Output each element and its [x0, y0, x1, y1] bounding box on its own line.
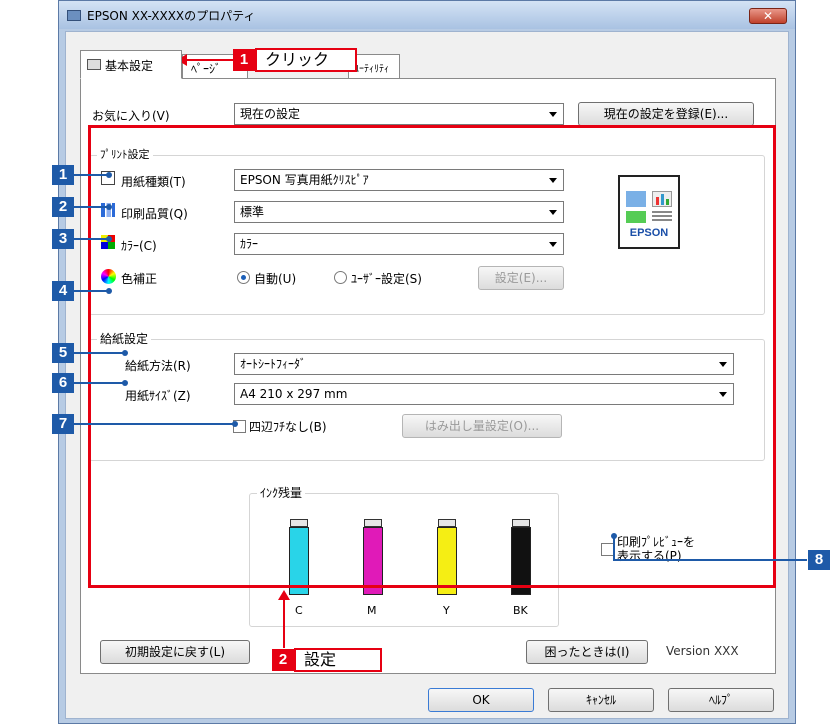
marker-1-dot — [106, 172, 112, 178]
callout-2-arrow-head — [278, 590, 290, 600]
tab-label: ﾕｰﾃｨﾘﾃｨ — [354, 64, 389, 75]
title-bar[interactable]: EPSON XX-XXXXのプロパティ ✕ — [59, 1, 795, 29]
marker-3: 3 — [52, 229, 74, 249]
marker-1: 1 — [52, 165, 74, 185]
marker-6: 6 — [52, 373, 74, 393]
printer-tab-icon — [87, 59, 101, 70]
marker-4: 4 — [52, 281, 74, 301]
ink-label-m: M — [367, 604, 377, 617]
marker-4-line — [74, 290, 108, 292]
callout-1-arrow-line — [183, 59, 233, 61]
ok-button[interactable]: OK — [428, 688, 534, 712]
marker-3-dot — [106, 236, 112, 242]
printer-icon — [67, 10, 81, 21]
reset-defaults-button[interactable]: 初期設定に戻す(L) — [100, 640, 250, 664]
tab-label: 基本設定 — [105, 59, 154, 73]
ink-label-y: Y — [443, 604, 450, 617]
help-button[interactable]: ﾍﾙﾌﾟ — [668, 688, 774, 712]
callout-2-arrow-line — [283, 598, 285, 648]
marker-8-line — [613, 559, 807, 561]
callout-2-text: 設定 — [294, 648, 382, 672]
marker-6-dot — [122, 380, 128, 386]
callout-1-badge: 1 — [233, 49, 255, 71]
settings-highlight-box — [88, 125, 776, 588]
callout-1-text: クリック — [255, 48, 357, 72]
favorites-select[interactable]: 現在の設定 — [234, 103, 564, 125]
marker-8: 8 — [808, 550, 830, 570]
troubleshoot-button[interactable]: 困ったときは(I) — [526, 640, 648, 664]
chevron-down-icon — [549, 112, 557, 117]
callout-2-badge: 2 — [272, 649, 294, 671]
marker-2-line — [74, 206, 108, 208]
marker-7-dot — [232, 421, 238, 427]
marker-2: 2 — [52, 197, 74, 217]
marker-5: 5 — [52, 343, 74, 363]
marker-8-dot — [611, 533, 617, 539]
marker-4-dot — [106, 288, 112, 294]
marker-5-line — [74, 352, 124, 354]
marker-7-line — [74, 423, 234, 425]
marker-3-line — [74, 238, 108, 240]
tab-basic-settings[interactable]: 基本設定 — [80, 50, 182, 79]
marker-8-line-vertical — [613, 536, 615, 560]
cancel-button[interactable]: ｷｬﾝｾﾙ — [548, 688, 654, 712]
close-button[interactable]: ✕ — [749, 8, 787, 24]
marker-5-dot — [122, 350, 128, 356]
tab-label: ﾍﾟｰｼﾞ — [191, 62, 222, 76]
ink-label-c: C — [295, 604, 303, 617]
favorites-value: 現在の設定 — [240, 107, 301, 121]
marker-7: 7 — [52, 414, 74, 434]
favorites-label: お気に入り(V) — [92, 109, 170, 123]
marker-2-dot — [106, 204, 112, 210]
marker-1-line — [74, 174, 108, 176]
register-settings-button[interactable]: 現在の設定を登録(E)... — [578, 102, 754, 126]
marker-6-line — [74, 382, 124, 384]
version-label: Version XXX — [666, 644, 739, 658]
window-title: EPSON XX-XXXXのプロパティ — [87, 9, 256, 23]
ink-label-bk: BK — [513, 604, 528, 617]
